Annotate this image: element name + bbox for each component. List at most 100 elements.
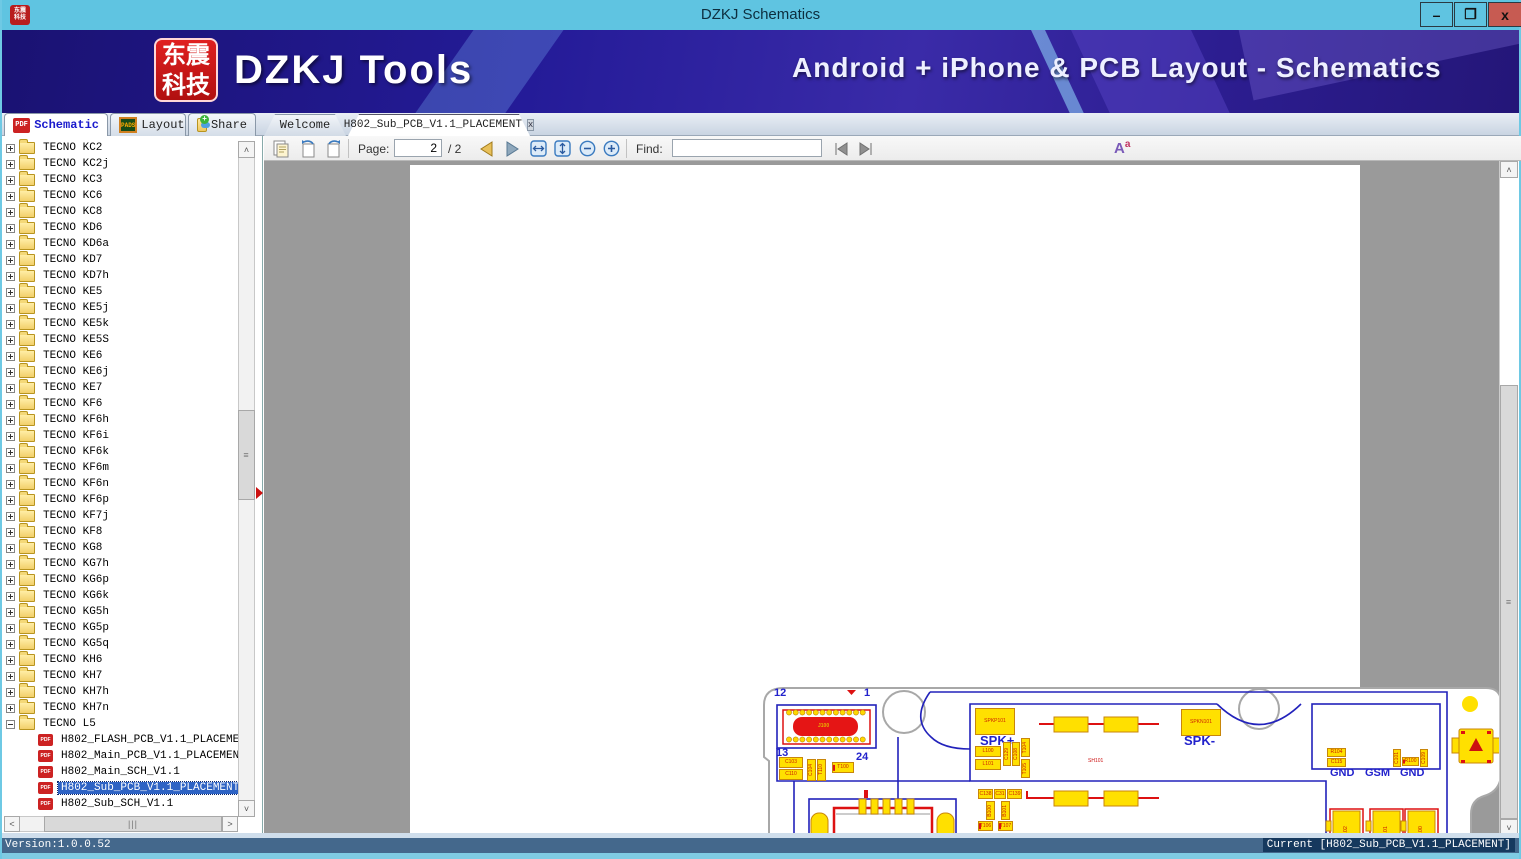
tree-item-folder[interactable]: TECNO KG5p [2,619,238,636]
expand-icon[interactable] [6,431,15,441]
find-input[interactable] [672,139,822,157]
collapse-icon[interactable] [6,719,15,729]
tree-item-folder[interactable]: TECNO KC2 [2,139,238,156]
fit-page-button[interactable] [552,138,573,159]
find-next-button[interactable] [855,138,876,159]
tree-item-folder[interactable]: TECNO KE5 [2,283,238,300]
tree-item-document[interactable]: PDF H802_Sub_SCH_V1.1 [2,796,238,812]
tree-item-document[interactable]: PDF H802_FLASH_PCB_V1.1_PLACEMENT [2,732,252,748]
expand-icon[interactable] [6,703,15,713]
zoom-in-button[interactable] [601,138,622,159]
match-case-icon[interactable]: Aa [1114,139,1130,157]
expand-icon[interactable] [6,495,15,505]
viewer-vscroll-thumb[interactable]: ≡ [1500,385,1518,819]
tree-item-folder[interactable]: TECNO KE5j [2,299,238,316]
tree-item-folder[interactable]: TECNO KD7 [2,251,238,268]
tree-item-folder[interactable]: TECNO KG6k [2,587,238,604]
expand-icon[interactable] [6,319,15,329]
maximize-button[interactable]: ❐ [1454,2,1487,27]
expand-icon[interactable] [6,623,15,633]
tree-item-folder[interactable]: TECNO KF6 [2,395,238,412]
expand-icon[interactable] [6,223,15,233]
scroll-up-icon[interactable]: ˄ [238,141,255,158]
page-number-input[interactable] [394,139,442,157]
scroll-down-icon[interactable]: ˅ [238,800,255,817]
expand-icon[interactable] [6,543,15,553]
tree-item-folder[interactable]: TECNO KF6k [2,443,238,460]
tree-item-folder[interactable]: TECNO KE5S [2,331,238,348]
expand-icon[interactable] [6,143,15,153]
tree-item-folder[interactable]: TECNO KG5q [2,635,238,652]
expand-icon[interactable] [6,479,15,489]
sidebar-vscroll-thumb[interactable]: ≡ [238,410,255,500]
tree-item-document[interactable]: PDF H802_Main_PCB_V1.1_PLACEMENT [2,748,246,764]
expand-icon[interactable] [6,207,15,217]
tab-schematic[interactable]: PDF Schematic [4,113,108,136]
tree-item-folder[interactable]: TECNO KF7j [2,507,238,524]
expand-icon[interactable] [6,447,15,457]
expand-icon[interactable] [6,335,15,345]
splitter-collapse-icon[interactable] [256,487,263,499]
tree-item-folder[interactable]: TECNO KH7n [2,699,238,716]
tree-item-folder[interactable]: TECNO KF6p [2,491,238,508]
doc-tab-welcome[interactable]: Welcome [264,114,346,136]
expand-icon[interactable] [6,463,15,473]
expand-icon[interactable] [6,511,15,521]
rotate-left-button[interactable] [298,138,319,159]
expand-icon[interactable] [6,303,15,313]
copy-text-button[interactable] [270,138,291,159]
next-page-button[interactable] [502,138,523,159]
tree-item-folder[interactable]: TECNO KG8 [2,539,238,556]
tree-item-folder[interactable]: TECNO KD6 [2,219,238,236]
expand-icon[interactable] [6,175,15,185]
doc-tab-placement[interactable]: H802_Sub_PCB_V1.1_PLACEMENT x [344,114,535,136]
zoom-out-button[interactable] [577,138,598,159]
tab-layout[interactable]: PADS Layout [110,113,186,136]
expand-icon[interactable] [6,639,15,649]
tree-item-folder[interactable]: TECNO KD7h [2,267,238,284]
expand-icon[interactable] [6,607,15,617]
expand-icon[interactable] [6,591,15,601]
expand-icon[interactable] [6,191,15,201]
tree-item-folder[interactable]: TECNO KE5k [2,315,238,332]
expand-icon[interactable] [6,287,15,297]
minimize-button[interactable]: – [1420,2,1453,27]
previous-page-button[interactable] [476,138,497,159]
tree-item-document[interactable]: PDF H802_Sub_PCB_V1.1_PLACEMENT [2,780,244,796]
rotate-right-button[interactable] [322,138,343,159]
tree-item-folder[interactable]: TECNO KF6n [2,475,238,492]
expand-icon[interactable] [6,575,15,585]
tree-item-folder[interactable]: TECNO KH7 [2,667,238,684]
tree-item-folder[interactable]: TECNO KF6h [2,411,238,428]
scroll-right-icon[interactable]: ˃ [222,816,238,832]
expand-icon[interactable] [6,399,15,409]
tab-share[interactable]: + Share [188,113,256,136]
close-tab-icon[interactable]: x [526,119,535,131]
tree-item-folder[interactable]: TECNO KH7h [2,683,238,700]
tree-item-folder[interactable]: TECNO KH6 [2,651,238,668]
tree-item-folder[interactable]: TECNO KF6m [2,459,238,476]
tree-item-folder[interactable]: TECNO KC6 [2,187,238,204]
expand-icon[interactable] [6,671,15,681]
fit-width-button[interactable] [528,138,549,159]
close-button[interactable]: x [1488,2,1521,27]
tree-item-folder[interactable]: TECNO KC2j [2,155,238,172]
expand-icon[interactable] [6,255,15,265]
expand-icon[interactable] [6,367,15,377]
tree-item-folder[interactable]: TECNO KC3 [2,171,238,188]
sidebar-hscroll-thumb[interactable]: ||| [44,816,222,832]
expand-icon[interactable] [6,527,15,537]
viewer-vscrollbar[interactable]: ˄ ≡ ˅ [1499,161,1518,836]
expand-icon[interactable] [6,415,15,425]
tree-item-folder[interactable]: TECNO KG7h [2,555,238,572]
expand-icon[interactable] [6,239,15,249]
tree-item-folder[interactable]: TECNO KF8 [2,523,238,540]
tree-item-folder[interactable]: TECNO KD6a [2,235,238,252]
tree-item-folder[interactable]: TECNO KG5h [2,603,238,620]
tree-item-folder[interactable]: TECNO KF6i [2,427,238,444]
expand-icon[interactable] [6,383,15,393]
scroll-up-icon[interactable]: ˄ [1500,161,1518,178]
expand-icon[interactable] [6,159,15,169]
expand-icon[interactable] [6,559,15,569]
tree-item-folder[interactable]: TECNO L5 [2,715,238,732]
